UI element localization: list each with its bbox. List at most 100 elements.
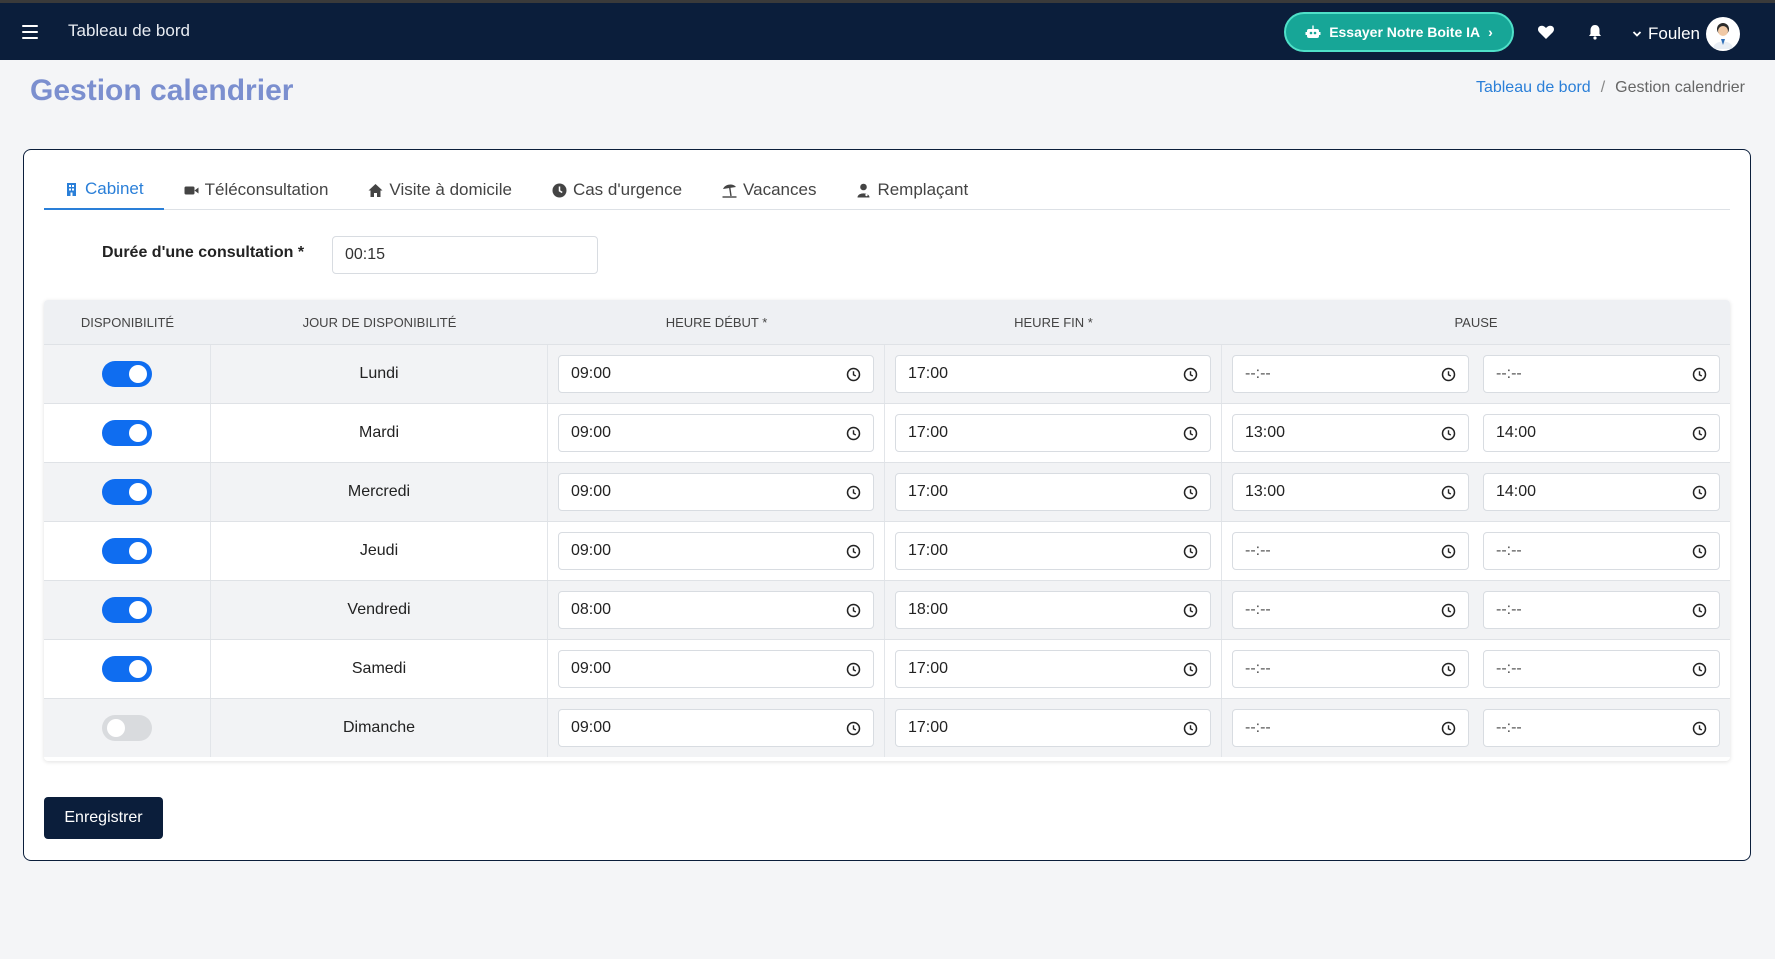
toggle-knob [129, 483, 147, 501]
clock-icon[interactable] [1692, 426, 1707, 441]
user-menu[interactable]: Foulen [1632, 17, 1740, 51]
clock-icon[interactable] [1441, 367, 1456, 382]
pause-start-input[interactable]: --:-- [1232, 709, 1469, 747]
bell-icon[interactable] [1586, 23, 1604, 41]
clock-icon[interactable] [1183, 721, 1198, 736]
toggle-knob [129, 601, 147, 619]
tab-vacation[interactable]: Vacances [702, 170, 836, 210]
availability-toggle[interactable] [102, 479, 152, 505]
availability-toggle[interactable] [102, 656, 152, 682]
user-doctor-icon [857, 183, 870, 197]
start-cell: 09:00 [548, 699, 885, 757]
start-time-input[interactable]: 08:00 [558, 591, 874, 629]
clock-icon[interactable] [1441, 544, 1456, 559]
duration-input[interactable] [332, 236, 598, 274]
end-time-input[interactable]: 17:00 [895, 355, 1211, 393]
tab-cabinet[interactable]: Cabinet [44, 170, 164, 210]
availability-toggle[interactable] [102, 538, 152, 564]
pause-start-input[interactable]: --:-- [1232, 591, 1469, 629]
umbrella-beach-icon [722, 184, 737, 198]
breadcrumb-dashboard-link[interactable]: Tableau de bord [1476, 79, 1591, 97]
pause-start-input[interactable]: 13:00 [1232, 473, 1469, 511]
clock-icon[interactable] [1183, 544, 1198, 559]
pause-end-input[interactable]: --:-- [1483, 355, 1720, 393]
clock-icon[interactable] [1692, 367, 1707, 382]
pause-end-input[interactable]: 14:00 [1483, 473, 1720, 511]
pause-start-input[interactable]: 13:00 [1232, 414, 1469, 452]
clock-icon[interactable] [1441, 662, 1456, 677]
pause-end-input[interactable]: --:-- [1483, 532, 1720, 570]
chevron-down-icon [1632, 31, 1642, 37]
tab-replacement[interactable]: Remplaçant [836, 170, 988, 210]
heart-icon[interactable] [1537, 23, 1555, 41]
clock-icon[interactable] [1183, 485, 1198, 500]
pause-end-input[interactable]: --:-- [1483, 709, 1720, 747]
app-title[interactable]: Tableau de bord [68, 21, 190, 41]
toggle-knob [129, 542, 147, 560]
clock-icon[interactable] [846, 662, 861, 677]
availability-toggle[interactable] [102, 420, 152, 446]
end-time-input[interactable]: 17:00 [895, 473, 1211, 511]
start-time-input[interactable]: 09:00 [558, 650, 874, 688]
start-cell: 09:00 [548, 463, 885, 521]
time-value: --:-- [1245, 660, 1271, 677]
day-label: Jeudi [359, 542, 399, 559]
clock-icon[interactable] [1692, 721, 1707, 736]
video-icon [184, 186, 199, 194]
clock-icon[interactable] [846, 603, 861, 618]
time-value: --:-- [1496, 719, 1522, 736]
availability-toggle[interactable] [102, 361, 152, 387]
pause-end-input[interactable]: 14:00 [1483, 414, 1720, 452]
clock-icon[interactable] [1692, 485, 1707, 500]
clock-icon[interactable] [1441, 426, 1456, 441]
clock-icon[interactable] [846, 426, 861, 441]
clock-icon[interactable] [1183, 367, 1198, 382]
availability-toggle[interactable] [102, 597, 152, 623]
clock-icon[interactable] [846, 485, 861, 500]
clock-icon[interactable] [1441, 721, 1456, 736]
pause-end-input[interactable]: --:-- [1483, 591, 1720, 629]
pause-cell: --:-- --:-- [1222, 345, 1730, 403]
end-time-input[interactable]: 17:00 [895, 650, 1211, 688]
breadcrumb-separator: / [1600, 79, 1606, 96]
end-time-input[interactable]: 17:00 [895, 414, 1211, 452]
clock-icon[interactable] [1183, 603, 1198, 618]
clock-icon[interactable] [846, 367, 861, 382]
pause-start-input[interactable]: --:-- [1232, 532, 1469, 570]
clock-icon[interactable] [1692, 662, 1707, 677]
end-time-input[interactable]: 18:00 [895, 591, 1211, 629]
start-time-input[interactable]: 09:00 [558, 532, 874, 570]
clock-icon[interactable] [846, 721, 861, 736]
tab-emergency[interactable]: Cas d'urgence [532, 170, 702, 210]
start-time-input[interactable]: 09:00 [558, 709, 874, 747]
availability-cell [44, 463, 211, 521]
pause-start-input[interactable]: --:-- [1232, 355, 1469, 393]
clock-icon[interactable] [1183, 662, 1198, 677]
chevron-right-icon: › [1488, 24, 1493, 40]
pause-end-input[interactable]: --:-- [1483, 650, 1720, 688]
clock-icon[interactable] [1692, 603, 1707, 618]
end-time-input[interactable]: 17:00 [895, 532, 1211, 570]
tab-home-visit[interactable]: Visite à domicile [348, 170, 532, 210]
hamburger-menu-icon[interactable] [22, 25, 38, 39]
tab-teleconsultation[interactable]: Téléconsultation [164, 170, 349, 210]
clock-icon[interactable] [1441, 603, 1456, 618]
availability-toggle[interactable] [102, 715, 152, 741]
try-ai-button[interactable]: Essayer Notre Boite IA › [1284, 12, 1514, 52]
end-time-input[interactable]: 17:00 [895, 709, 1211, 747]
clock-icon[interactable] [1441, 485, 1456, 500]
end-cell: 17:00 [885, 463, 1222, 521]
start-time-input[interactable]: 09:00 [558, 414, 874, 452]
start-time-input[interactable]: 09:00 [558, 355, 874, 393]
start-time-input[interactable]: 09:00 [558, 473, 874, 511]
clock-icon[interactable] [1183, 426, 1198, 441]
clock-icon[interactable] [1692, 544, 1707, 559]
calendar-tabs: Cabinet Téléconsultation Visite à domici… [44, 170, 1730, 210]
pause-start-input[interactable]: --:-- [1232, 650, 1469, 688]
home-icon [368, 183, 383, 197]
save-button[interactable]: Enregistrer [44, 797, 163, 839]
clock-icon [552, 183, 567, 197]
clock-icon[interactable] [846, 544, 861, 559]
time-value: 18:00 [908, 601, 949, 618]
day-label: Mardi [358, 424, 399, 441]
